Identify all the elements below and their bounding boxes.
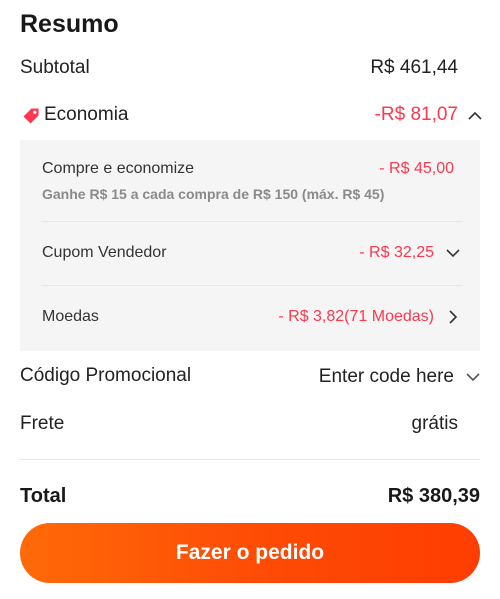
discount-value: - R$ 32,25 xyxy=(359,244,434,261)
promo-code-dropdown[interactable]: Enter code here xyxy=(319,365,482,389)
discount-item-bundle: Compre e economize - R$ 45,00 Ganhe R$ 1… xyxy=(42,160,462,210)
shipping-value: grátis xyxy=(411,413,458,434)
chevron-down-icon[interactable] xyxy=(444,244,462,262)
chevron-up-icon[interactable] xyxy=(466,107,484,125)
subtotal-value: R$ 461,44 xyxy=(370,57,458,78)
summary-title: Resumo xyxy=(20,10,119,38)
discount-breakdown: Compre e economize - R$ 45,00 Ganhe R$ 1… xyxy=(20,140,480,351)
discount-item-coupon[interactable]: Cupom Vendedor - R$ 32,25 xyxy=(42,244,462,266)
divider xyxy=(42,285,462,286)
chevron-right-icon[interactable] xyxy=(444,308,462,326)
discount-label: Cupom Vendedor xyxy=(42,244,167,261)
economy-value: -R$ 81,07 xyxy=(374,104,458,125)
shipping-label: Frete xyxy=(20,413,65,434)
subtotal-label: Subtotal xyxy=(20,57,90,78)
discount-label: Moedas xyxy=(42,308,99,325)
promo-label: Código Promocional xyxy=(20,365,192,386)
divider xyxy=(42,221,462,222)
discount-item-coins[interactable]: Moedas - R$ 3,82(71 Moedas) xyxy=(42,308,462,330)
total-label: Total xyxy=(20,485,67,507)
tag-icon xyxy=(22,107,40,130)
chevron-down-icon[interactable] xyxy=(464,368,482,386)
total-value: R$ 380,39 xyxy=(387,485,480,507)
divider xyxy=(20,459,480,460)
place-order-button[interactable]: Fazer o pedido xyxy=(20,523,480,583)
discount-value: - R$ 3,82(71 Moedas) xyxy=(278,308,434,325)
discount-note: Ganhe R$ 15 a cada compra de R$ 150 (máx… xyxy=(42,186,385,202)
discount-value: - R$ 45,00 xyxy=(379,160,454,177)
economy-label: Economia xyxy=(44,104,129,125)
promo-code-input[interactable]: Enter code here xyxy=(319,366,454,388)
discount-label: Compre e economize xyxy=(42,160,195,177)
economy-row[interactable]: Economia -R$ 81,07 xyxy=(20,104,482,130)
